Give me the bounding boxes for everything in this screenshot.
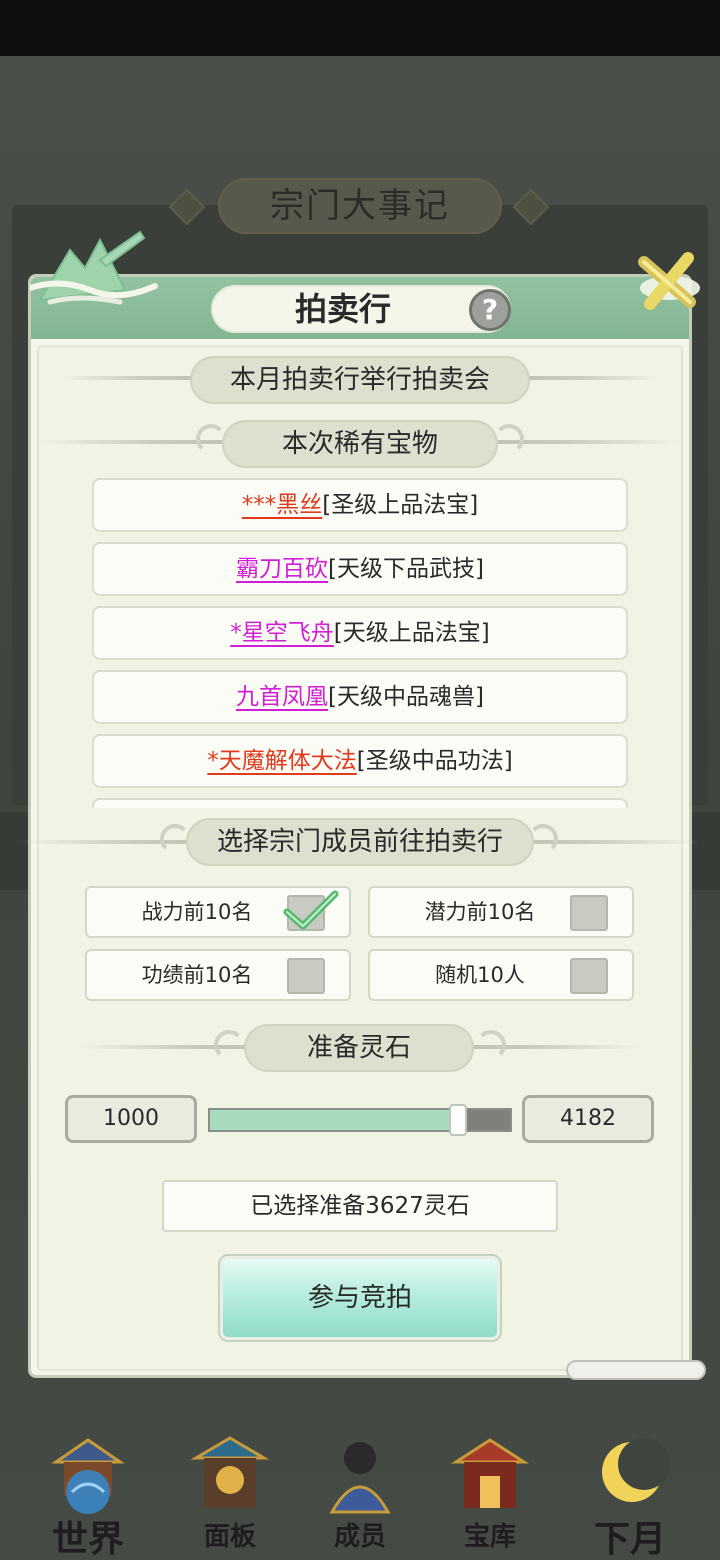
selected-stones-text: 已选择准备3627灵石 [162,1180,558,1232]
background-title-banner: 宗门大事记 [168,176,550,236]
rare-items-heading: 本次稀有宝物 [222,420,498,468]
list-item[interactable]: *星空飞舟[天级上品法宝] [92,606,628,660]
treasury-icon [450,1438,530,1508]
nav-treasury[interactable]: 宝库 [430,1420,550,1560]
nav-label: 面板 [203,1522,256,1552]
list-item[interactable]: 霸刀百砍[天级下品武技] [92,542,628,596]
scroll-indicator[interactable] [566,1360,706,1380]
mountain-sword-decoration-icon [30,230,158,305]
option-random-10[interactable]: 随机10人 [368,949,634,1001]
option-label: 随机10人 [435,963,525,987]
close-icon[interactable] [636,252,700,312]
stones-slider[interactable] [208,1104,512,1136]
item-grade: [天级上品法宝] [333,620,490,646]
option-label: 潜力前10名 [424,900,536,924]
title-pill: 拍卖行 ? [211,285,511,333]
item-name[interactable]: *星空飞舟 [230,620,334,646]
slider-handle[interactable] [449,1104,467,1136]
option-power-top10[interactable]: 战力前10名 [85,886,351,938]
option-label: 战力前10名 [141,900,253,924]
nav-members[interactable]: 成员 [300,1420,420,1560]
stones-curl-left [214,1030,244,1060]
item-name[interactable]: ***黑丝 [242,492,323,518]
banner-ornament-left [168,188,206,226]
dialog-title: 拍卖行 [294,290,391,328]
nav-next-month[interactable]: 下月 [570,1420,690,1560]
background-title: 宗门大事记 [218,178,502,234]
join-bid-button[interactable]: 参与竞拍 [220,1256,500,1340]
checkbox[interactable] [570,895,608,931]
checkbox[interactable] [287,958,325,994]
announcement-banner: 本月拍卖行举行拍卖会 [190,356,530,404]
item-grade: [圣级上品法宝] [322,492,479,518]
option-label: 功绩前10名 [141,963,253,987]
item-grade: [圣级中品功法] [356,748,513,774]
slider-fill [210,1110,458,1130]
announcement-flourish-left [60,376,200,380]
panel-icon [190,1436,270,1508]
list-item[interactable] [92,798,628,808]
nav-label: 宝库 [463,1522,516,1552]
announcement-flourish-right [520,376,660,380]
member-heading: 选择宗门成员前往拍卖行 [186,818,534,866]
item-name[interactable]: *天魔解体大法 [207,748,357,774]
nav-label: 成员 [333,1522,386,1552]
bottom-nav: 世界 面板 成员 宝库 下月 [0,1420,720,1560]
nav-label: 下月 [593,1518,666,1560]
rare-curl-right [494,424,524,454]
item-name[interactable]: 九首凤凰 [236,684,328,710]
help-button[interactable]: ? [469,289,511,331]
rare-items-list[interactable]: ***黑丝[圣级上品法宝] 霸刀百砍[天级下品武技] *星空飞舟[天级上品法宝]… [92,478,628,808]
world-icon [51,1438,125,1514]
nav-label: 世界 [51,1518,124,1560]
stones-heading: 准备灵石 [244,1024,474,1072]
banner-ornament-right [512,188,550,226]
option-potential-top10[interactable]: 潜力前10名 [368,886,634,938]
nav-world[interactable]: 世界 [28,1420,148,1560]
checkbox[interactable] [570,958,608,994]
list-item[interactable]: *天魔解体大法[圣级中品功法] [92,734,628,788]
item-grade: [天级中品魂兽] [328,684,484,710]
stones-curl-right [476,1030,506,1060]
slider-min-value: 1000 [65,1095,197,1143]
next-month-icon [602,1438,670,1502]
list-item[interactable]: ***黑丝[圣级上品法宝] [92,478,628,532]
option-merit-top10[interactable]: 功绩前10名 [85,949,351,1001]
status-bar [0,0,720,56]
list-item[interactable]: 九首凤凰[天级中品魂兽] [92,670,628,724]
members-icon [329,1442,391,1514]
slider-max-value: 4182 [522,1095,654,1143]
item-grade: [天级下品武技] [328,556,484,582]
nav-panel[interactable]: 面板 [170,1420,290,1560]
item-name[interactable]: 霸刀百砍 [236,556,328,582]
checkmark-icon [283,890,339,930]
